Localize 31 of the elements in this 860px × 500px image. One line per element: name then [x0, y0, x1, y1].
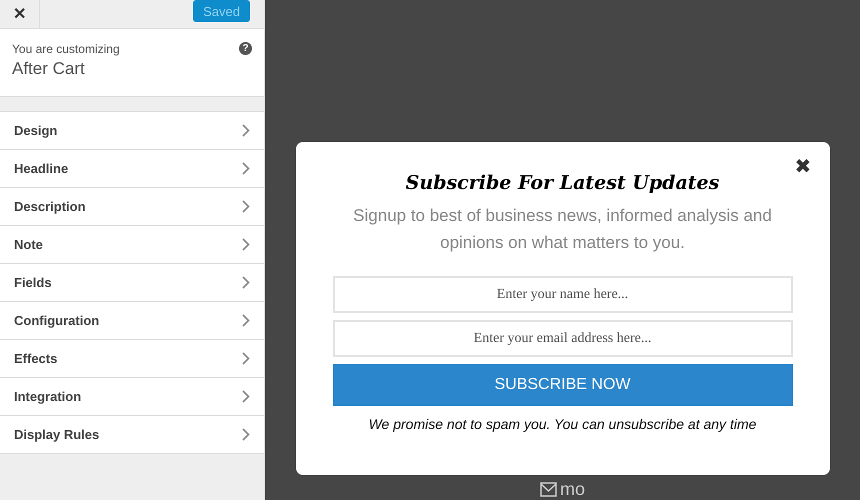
popup-headline: Subscribe For Latest Updates — [406, 172, 720, 194]
customizing-label: You are customizing — [12, 42, 120, 56]
input-field[interactable]: Enter your name here... — [332, 276, 792, 313]
section-item[interactable]: Integration — [0, 378, 264, 416]
section-item[interactable]: Effects — [0, 340, 264, 378]
section-item[interactable]: Display Rules — [0, 416, 264, 454]
customizing-title: After Cart — [12, 59, 86, 79]
brand-name: mo — [560, 479, 585, 500]
section-item[interactable]: Description — [0, 188, 264, 226]
popup-note: We promise not to spam you. You can unsubscribe at any time — [368, 416, 756, 432]
chevron-icon — [242, 314, 250, 327]
chevron-icon — [242, 276, 250, 289]
chevron-icon — [242, 200, 250, 213]
section-item[interactable]: Note — [0, 226, 264, 264]
section-item[interactable]: Fields — [0, 264, 264, 302]
section-item[interactable]: Configuration — [0, 302, 264, 340]
popup-description: Signup to best of business news, informed analysis and opinions on what matters to you. — [352, 205, 773, 254]
chevron-icon — [242, 124, 250, 137]
envelope-icon — [540, 482, 557, 497]
subscribe-button[interactable]: SUBSCRIBE NOW — [332, 364, 792, 406]
chevron-icon — [242, 390, 250, 403]
chevron-icon — [242, 162, 250, 175]
section-item[interactable]: Headline — [0, 150, 264, 188]
chevron-icon — [242, 428, 250, 441]
close-button[interactable]: ✕ — [0, 0, 40, 28]
input-field[interactable]: Enter your email address here... — [332, 320, 792, 357]
help-icon[interactable]: ? — [239, 42, 252, 55]
chevron-icon — [242, 352, 250, 365]
chevron-icon — [242, 238, 250, 251]
close-button[interactable]: ✖ — [794, 154, 812, 179]
section-item[interactable]: Design — [0, 112, 264, 150]
